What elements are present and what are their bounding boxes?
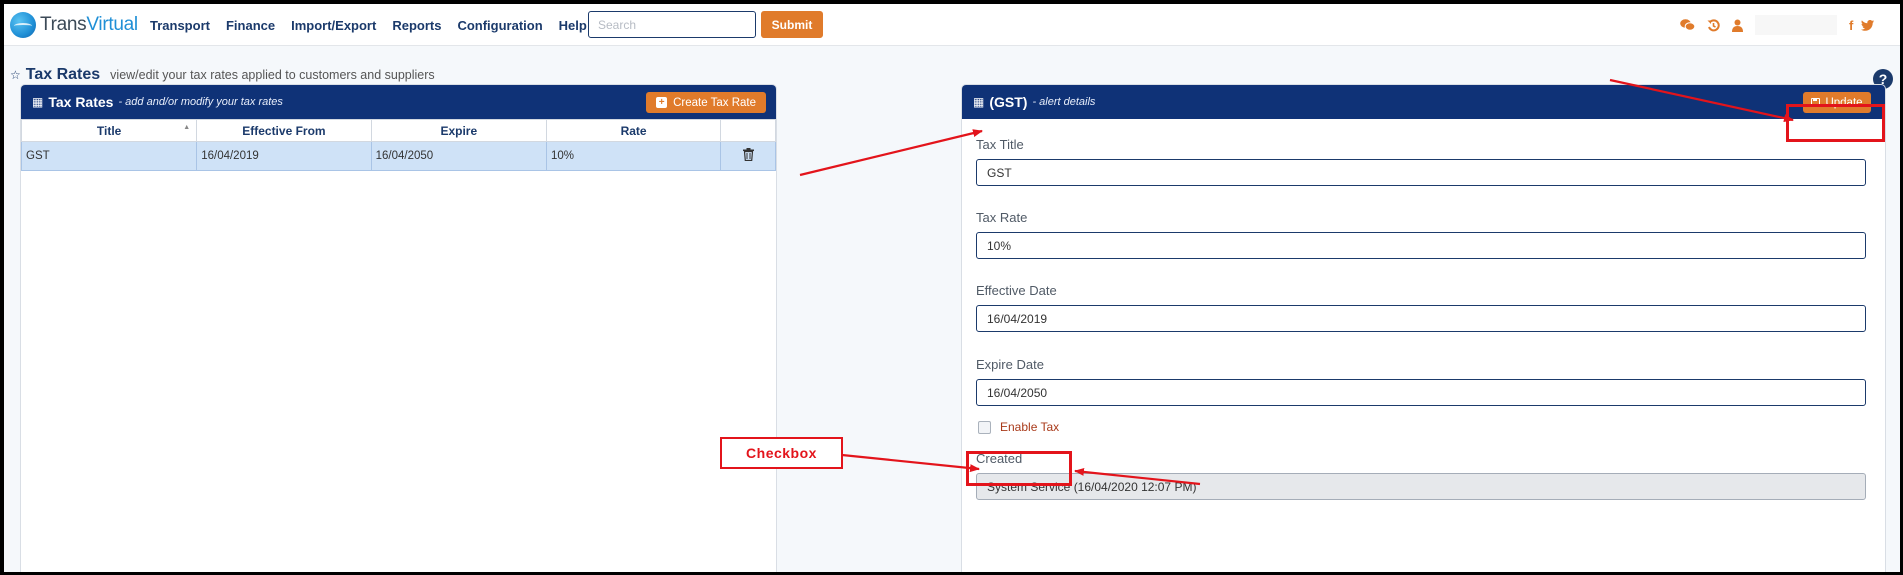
- tax-rate-input[interactable]: 10%: [976, 232, 1866, 259]
- sort-asc-icon: ▲: [183, 124, 191, 131]
- facebook-icon[interactable]: f: [1849, 18, 1853, 33]
- created-label: Created: [976, 451, 1023, 466]
- annotation-checkbox-callout: Checkbox: [720, 437, 843, 469]
- create-tax-rate-button[interactable]: + Create Tax Rate: [646, 92, 766, 113]
- chat-icon[interactable]: [1680, 19, 1695, 31]
- user-name-placeholder[interactable]: [1755, 15, 1837, 35]
- twitter-icon[interactable]: [1861, 19, 1875, 31]
- top-navbar: TransVirtual Transport Finance Import/Ex…: [4, 4, 1900, 46]
- create-tax-rate-label: Create Tax Rate: [673, 96, 756, 109]
- globe-logo-icon: [10, 12, 36, 38]
- tax-rate-label: Tax Rate: [976, 210, 1028, 225]
- effective-date-input[interactable]: 16/04/2019: [976, 305, 1866, 332]
- delete-row-cell[interactable]: [720, 141, 776, 171]
- table-grid-icon: ▦: [973, 95, 985, 109]
- column-header-expire[interactable]: Expire: [370, 119, 547, 142]
- table-header-row: Title ▲ Effective From Expire Rate: [21, 119, 776, 142]
- nav-finance[interactable]: Finance: [226, 18, 275, 33]
- brand-name: TransVirtual: [40, 14, 138, 36]
- tax-rate-detail-panel: ▦ (GST) - alert details Update Tax Title…: [961, 84, 1886, 572]
- annotation-update-highlight: [1786, 104, 1885, 142]
- trash-icon[interactable]: [742, 148, 754, 164]
- search-input[interactable]: [588, 11, 756, 38]
- detail-panel-subtitle: - alert details: [1032, 96, 1096, 108]
- page-title: Tax Rates: [25, 66, 101, 83]
- enable-tax-row: Enable Tax: [976, 417, 1871, 437]
- detail-panel-title: (GST): [989, 94, 1028, 110]
- page-subtitle: view/edit your tax rates applied to cust…: [110, 68, 435, 82]
- column-title-label: Title: [96, 123, 122, 138]
- table-grid-icon: ▦: [32, 95, 44, 109]
- tax-rates-list-panel: ▦ Tax Rates - add and/or modify your tax…: [20, 84, 777, 572]
- nav-transport[interactable]: Transport: [150, 18, 210, 33]
- user-icon[interactable]: [1732, 19, 1743, 32]
- plus-icon: +: [656, 97, 668, 108]
- list-panel-subtitle: - add and/or modify your tax rates: [118, 96, 283, 108]
- list-panel-header: ▦ Tax Rates - add and/or modify your tax…: [21, 85, 776, 119]
- favorite-star-icon[interactable]: ☆: [10, 68, 21, 82]
- search-submit-button[interactable]: Submit: [761, 11, 823, 38]
- app-frame: TransVirtual Transport Finance Import/Ex…: [4, 4, 1900, 572]
- table-row[interactable]: GST 16/04/2019 16/04/2050 10%: [21, 141, 776, 171]
- brand-logo[interactable]: TransVirtual: [10, 11, 138, 39]
- tax-rate-form: Tax Title GST Tax Rate 10% Effective Dat…: [962, 137, 1885, 500]
- nav-import-export[interactable]: Import/Export: [291, 18, 376, 33]
- brand-name-part2: Virtual: [86, 14, 138, 35]
- expire-date-input[interactable]: 16/04/2050: [976, 379, 1866, 406]
- enable-tax-checkbox[interactable]: [978, 420, 991, 434]
- expire-date-label: Expire Date: [976, 357, 1044, 372]
- nav-right-icons: f: [1680, 4, 1886, 46]
- column-header-title[interactable]: Title ▲: [21, 119, 198, 142]
- tax-title-input[interactable]: GST: [976, 159, 1866, 186]
- brand-name-part1: Trans: [40, 14, 87, 35]
- tax-rates-table: Title ▲ Effective From Expire Rate GST 16…: [21, 119, 776, 171]
- arrow-row-to-detail: [799, 129, 983, 177]
- effective-date-label: Effective Date: [976, 283, 1057, 298]
- column-header-rate[interactable]: Rate: [545, 119, 722, 142]
- cell-title[interactable]: GST: [21, 141, 198, 171]
- page-heading: ☆ Tax Rates view/edit your tax rates app…: [10, 66, 435, 84]
- list-panel-title: Tax Rates: [48, 94, 114, 110]
- nav-help[interactable]: Help: [559, 18, 587, 33]
- tax-title-label: Tax Title: [976, 137, 1024, 152]
- nav-reports[interactable]: Reports: [392, 18, 441, 33]
- main-nav: Transport Finance Import/Export Reports …: [150, 4, 603, 46]
- cell-rate[interactable]: 10%: [545, 141, 722, 171]
- enable-tax-label[interactable]: Enable Tax: [1000, 420, 1059, 434]
- created-readonly-field: System Service (16/04/2020 12:07 PM): [976, 473, 1866, 500]
- nav-configuration[interactable]: Configuration: [457, 18, 542, 33]
- column-header-actions: [720, 119, 776, 142]
- cell-expire[interactable]: 16/04/2050: [370, 141, 547, 171]
- column-header-effective-from[interactable]: Effective From: [196, 119, 372, 142]
- annotation-checkbox-highlight: [966, 451, 1072, 486]
- history-icon[interactable]: [1707, 18, 1720, 32]
- arrow-callout-to-checkbox: [841, 453, 980, 473]
- cell-effective-from[interactable]: 16/04/2019: [196, 141, 372, 171]
- detail-panel-header: ▦ (GST) - alert details Update: [962, 85, 1885, 119]
